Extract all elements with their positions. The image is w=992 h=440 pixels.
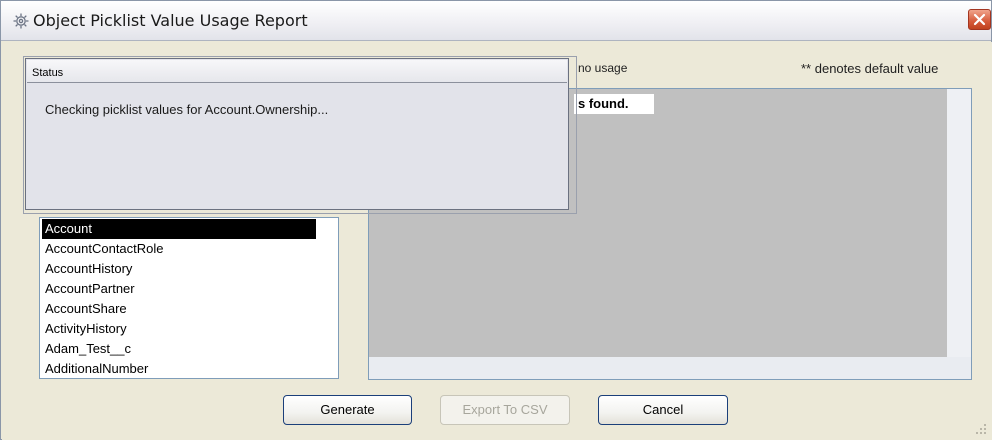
list-item[interactable]: AccountContactRole: [42, 239, 316, 259]
export-csv-button[interactable]: Export To CSV: [440, 395, 570, 425]
legend-no-usage: no usage: [578, 61, 628, 75]
object-list[interactable]: Account AccountContactRole AccountHistor…: [39, 217, 339, 379]
generate-button[interactable]: Generate: [283, 395, 412, 425]
list-item[interactable]: ActivityHistory: [42, 319, 316, 339]
status-dialog: Status Checking picklist values for Acco…: [25, 58, 569, 210]
report-message: s found.: [574, 94, 654, 114]
gear-icon: [12, 12, 30, 30]
list-item[interactable]: AccountShare: [42, 299, 316, 319]
legend-default-value: ** denotes default value: [801, 61, 939, 76]
status-dialog-title: Status: [32, 67, 64, 79]
list-item[interactable]: AdditionalNumber: [42, 359, 316, 378]
report-vertical-scrollbar[interactable]: [947, 89, 971, 357]
close-button[interactable]: [968, 9, 991, 30]
status-message: Checking picklist values for Account.Own…: [45, 102, 329, 117]
list-item[interactable]: AccountPartner: [42, 279, 316, 299]
cancel-button[interactable]: Cancel: [598, 395, 728, 425]
resize-grip-icon[interactable]: [972, 420, 988, 436]
list-item[interactable]: AccountHistory: [42, 259, 316, 279]
list-item[interactable]: Account: [42, 219, 316, 239]
list-item[interactable]: Adam_Test__c: [42, 339, 316, 359]
window-title: Object Picklist Value Usage Report: [33, 11, 308, 30]
status-dialog-header[interactable]: Status: [27, 60, 567, 83]
report-horizontal-scrollbar[interactable]: [369, 357, 971, 379]
title-bar[interactable]: Object Picklist Value Usage Report: [1, 1, 991, 41]
close-icon: [973, 13, 986, 26]
